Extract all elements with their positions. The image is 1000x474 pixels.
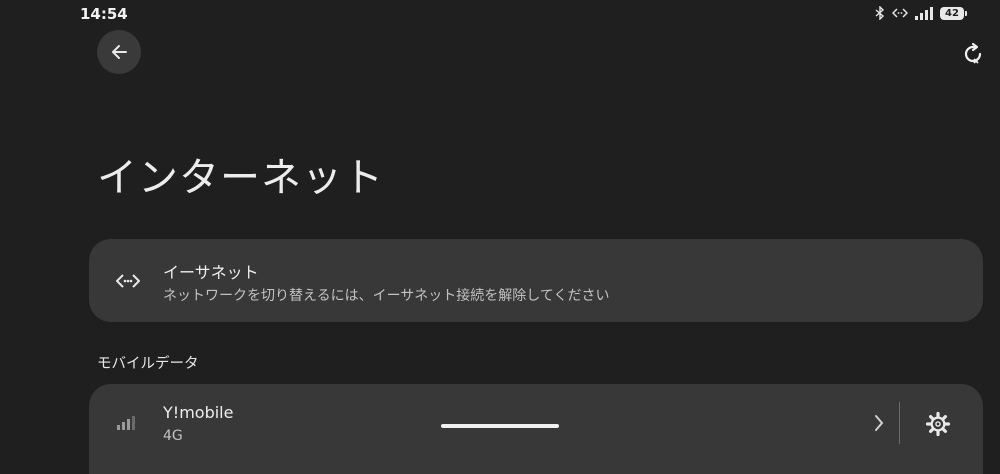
mobile-data-section-title: モバイルデータ bbox=[97, 356, 199, 372]
divider bbox=[899, 402, 900, 444]
page-title: インターネット bbox=[97, 155, 384, 201]
back-button[interactable] bbox=[97, 30, 141, 74]
ethernet-icon bbox=[892, 8, 908, 18]
status-time: 14:54 bbox=[80, 5, 128, 23]
signal-icon bbox=[915, 6, 933, 20]
refresh-icon bbox=[964, 42, 982, 64]
home-indicator[interactable] bbox=[441, 424, 559, 428]
network-type: 4G bbox=[163, 428, 183, 444]
ethernet-card[interactable]: イーサネット ネットワークを切り替えるには、イーサネット接続を解除してください bbox=[89, 239, 983, 322]
battery-level: 42 bbox=[945, 7, 959, 19]
ethernet-subtitle: ネットワークを切り替えるには、イーサネット接続を解除してください bbox=[163, 288, 610, 304]
arrow-left-icon bbox=[112, 45, 127, 59]
ethernet-title: イーサネット bbox=[163, 263, 259, 282]
mobile-carrier-card[interactable]: Y!mobile 4G bbox=[89, 384, 983, 474]
refresh-button[interactable] bbox=[960, 41, 986, 67]
signal-icon bbox=[117, 416, 135, 430]
status-bar: 14:54 42 bbox=[0, 0, 1000, 26]
carrier-name: Y!mobile bbox=[163, 403, 234, 422]
battery-icon: 42 bbox=[940, 6, 967, 20]
ethernet-icon bbox=[116, 274, 140, 288]
gear-icon[interactable] bbox=[925, 411, 951, 437]
status-icons: 42 bbox=[875, 6, 967, 20]
chevron-right-icon[interactable] bbox=[872, 412, 886, 434]
bluetooth-icon bbox=[875, 6, 885, 20]
